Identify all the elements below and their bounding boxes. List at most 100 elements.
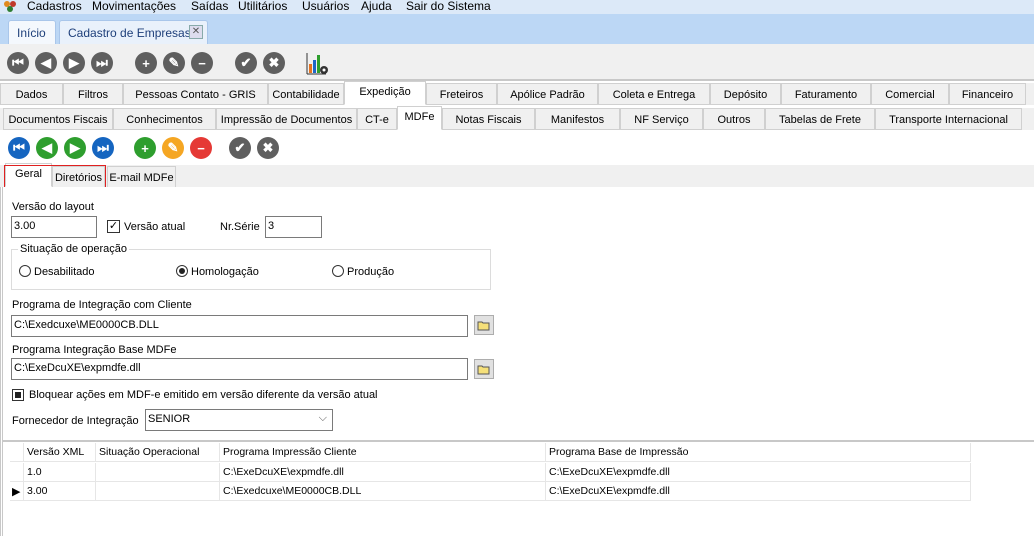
column-header[interactable]: Programa Base de Impressão (546, 443, 971, 462)
app-tab-cadastro-empresas[interactable]: Cadastro de Empresas ✕ (59, 20, 208, 44)
grid-cell[interactable] (96, 482, 220, 501)
grid-cell[interactable]: 1.0 (24, 463, 96, 482)
current-version-label: Versão atual (124, 221, 186, 233)
tab-contabilidade[interactable]: Contabilidade (268, 83, 344, 105)
edit-button[interactable]: ✎ (162, 137, 184, 159)
current-version-checkbox[interactable]: ✓ (107, 220, 120, 233)
tab-notas-fiscais[interactable]: Notas Fiscais (442, 108, 535, 130)
menu-bar: Cadastros Movimentações Saídas Utilitári… (0, 0, 1034, 14)
confirm-button[interactable]: ✔ (235, 52, 257, 74)
radio-producao[interactable] (332, 265, 344, 277)
radio-desabilitado[interactable] (19, 265, 31, 277)
grid-cell[interactable]: C:\ExeDcuXE\expmdfe.dll (546, 482, 971, 501)
tab-comercial[interactable]: Comercial (871, 83, 949, 105)
tab-depo-sito[interactable]: Depósito (710, 83, 781, 105)
folder-open-icon[interactable] (474, 315, 494, 335)
cancel-button[interactable]: ✖ (263, 52, 285, 74)
tab-outros[interactable]: Outros (703, 108, 765, 130)
tab-transporte-internacional[interactable]: Transporte Internacional (875, 108, 1022, 130)
menu-sair[interactable]: Sair do Sistema (406, 0, 491, 13)
grid-cell[interactable]: 3.00 (24, 482, 96, 501)
supplier-label: Fornecedor de Integração (12, 415, 139, 427)
tab-label: Cadastro de Empresas (68, 26, 191, 40)
tab-faturamento[interactable]: Faturamento (781, 83, 871, 105)
report-chart-icon[interactable] (306, 52, 330, 79)
close-icon[interactable]: ✕ (189, 25, 203, 39)
tab-dados[interactable]: Dados (0, 83, 63, 105)
next-record-button[interactable]: ▶ (63, 52, 85, 74)
tab-manifestos[interactable]: Manifestos (535, 108, 620, 130)
delete-button[interactable]: − (191, 52, 213, 74)
serie-input[interactable]: 3 (265, 216, 322, 238)
grid-cell[interactable]: C:\ExeDcuXE\expmdfe.dll (220, 463, 546, 482)
column-header[interactable]: Versão XML (24, 443, 96, 462)
app-tab-strip: Início Cadastro de Empresas ✕ (0, 14, 1034, 44)
delete-button[interactable]: − (190, 137, 212, 159)
tab-label: Início (17, 26, 46, 40)
tab-apo-lice-padra-o[interactable]: Apólice Padrão (497, 83, 598, 105)
row-indicator (10, 463, 24, 482)
column-header[interactable]: Situação Operacional (96, 443, 220, 462)
base-program-input[interactable]: C:\ExeDcuXE\expmdfe.dll (11, 358, 468, 380)
add-button[interactable]: + (134, 137, 156, 159)
tab-mdfe[interactable]: MDFe (397, 106, 442, 130)
supplier-select[interactable]: SENIOR ⌵ (145, 409, 333, 431)
layout-version-input[interactable]: 3.00 (11, 216, 97, 238)
last-record-button[interactable]: ⏭ (92, 137, 114, 159)
menu-usuarios[interactable]: Usuários (302, 0, 349, 13)
cancel-button[interactable]: ✖ (257, 137, 279, 159)
next-record-button[interactable]: ▶ (64, 137, 86, 159)
folder-open-icon[interactable] (474, 359, 494, 379)
grid-cell[interactable] (96, 463, 220, 482)
supplier-value: SENIOR (148, 413, 191, 425)
radio-homologacao[interactable] (176, 265, 188, 277)
row-indicator-header (10, 443, 24, 462)
grid-cell[interactable]: C:\Exedcuxe\ME0000CB.DLL (220, 482, 546, 501)
geral-panel: Versão do layout 3.00 ✓ Versão atual Nr.… (0, 187, 1034, 536)
highlight-box (4, 165, 106, 188)
tab-freteiros[interactable]: Freteiros (426, 83, 497, 105)
column-header[interactable]: Programa Impressão Cliente (220, 443, 546, 462)
tab-filtros[interactable]: Filtros (63, 83, 123, 105)
tab-ct-e[interactable]: CT-e (357, 108, 397, 130)
tab-conhecimentos[interactable]: Conhecimentos (113, 108, 216, 130)
tab-label: E-mail MDFe (109, 172, 174, 184)
tab-email-mdfe[interactable]: E-mail MDFe (107, 166, 176, 188)
tab-pessoas-contato-gris[interactable]: Pessoas Contato - GRIS (123, 83, 268, 105)
menu-ajuda[interactable]: Ajuda (361, 0, 392, 13)
block-actions-checkbox[interactable] (12, 389, 24, 401)
current-row-indicator-icon: ▶ (10, 482, 24, 501)
main-toolbar: ⏮ ◀ ▶ ⏭ + ✎ − ✔ ✖ (0, 44, 1034, 81)
edit-button[interactable]: ✎ (163, 52, 185, 74)
tab-expedic-a-o[interactable]: Expedição (344, 81, 426, 105)
app-tab-inicio[interactable]: Início (8, 20, 56, 44)
tab-financeiro[interactable]: Financeiro (949, 83, 1026, 105)
radio-label: Homologação (191, 266, 259, 278)
confirm-button[interactable]: ✔ (229, 137, 251, 159)
expedicao-sub-tabs: Documentos Fiscais Conhecimentos Impressão… (0, 106, 1034, 130)
last-record-button[interactable]: ⏭ (91, 52, 113, 74)
radio-label: Desabilitado (34, 266, 95, 278)
previous-record-button[interactable]: ◀ (36, 137, 58, 159)
add-button[interactable]: + (135, 52, 157, 74)
tab-nf-servic-o[interactable]: NF Serviço (620, 108, 703, 130)
tab-tabelas-de-frete[interactable]: Tabelas de Frete (765, 108, 875, 130)
mdfe-versions-grid: Versão XML Situação Operacional Programa I… (10, 443, 972, 503)
menu-cadastros[interactable]: Cadastros (27, 0, 82, 13)
base-program-label: Programa Integração Base MDFe (12, 344, 177, 356)
tab-coleta-e-entrega[interactable]: Coleta e Entrega (598, 83, 710, 105)
first-record-button[interactable]: ⏮ (7, 52, 29, 74)
serie-label: Nr.Série (220, 221, 260, 233)
mdfe-tabs: Geral Diretórios E-mail MDFe (0, 163, 1034, 188)
client-program-input[interactable]: C:\Exedcuxe\ME0000CB.DLL (11, 315, 468, 337)
menu-movimentacoes[interactable]: Movimentações (92, 0, 176, 13)
grid-cell[interactable]: C:\ExeDcuXE\expmdfe.dll (546, 463, 971, 482)
first-record-button[interactable]: ⏮ (8, 137, 30, 159)
previous-record-button[interactable]: ◀ (35, 52, 57, 74)
menu-saidas[interactable]: Saídas (191, 0, 228, 13)
tab-impressa-o-de-documentos[interactable]: Impressão de Documentos (216, 108, 357, 130)
tab-documentos-fiscais[interactable]: Documentos Fiscais (3, 108, 113, 130)
mdfe-toolbar: ⏮ ◀ ▶ ⏭ + ✎ − ✔ ✖ (0, 131, 1034, 165)
menu-utilitarios[interactable]: Utilitários (238, 0, 287, 13)
main-tabs: Dados Filtros Pessoas Contato - GRIS Contab… (0, 81, 1034, 105)
